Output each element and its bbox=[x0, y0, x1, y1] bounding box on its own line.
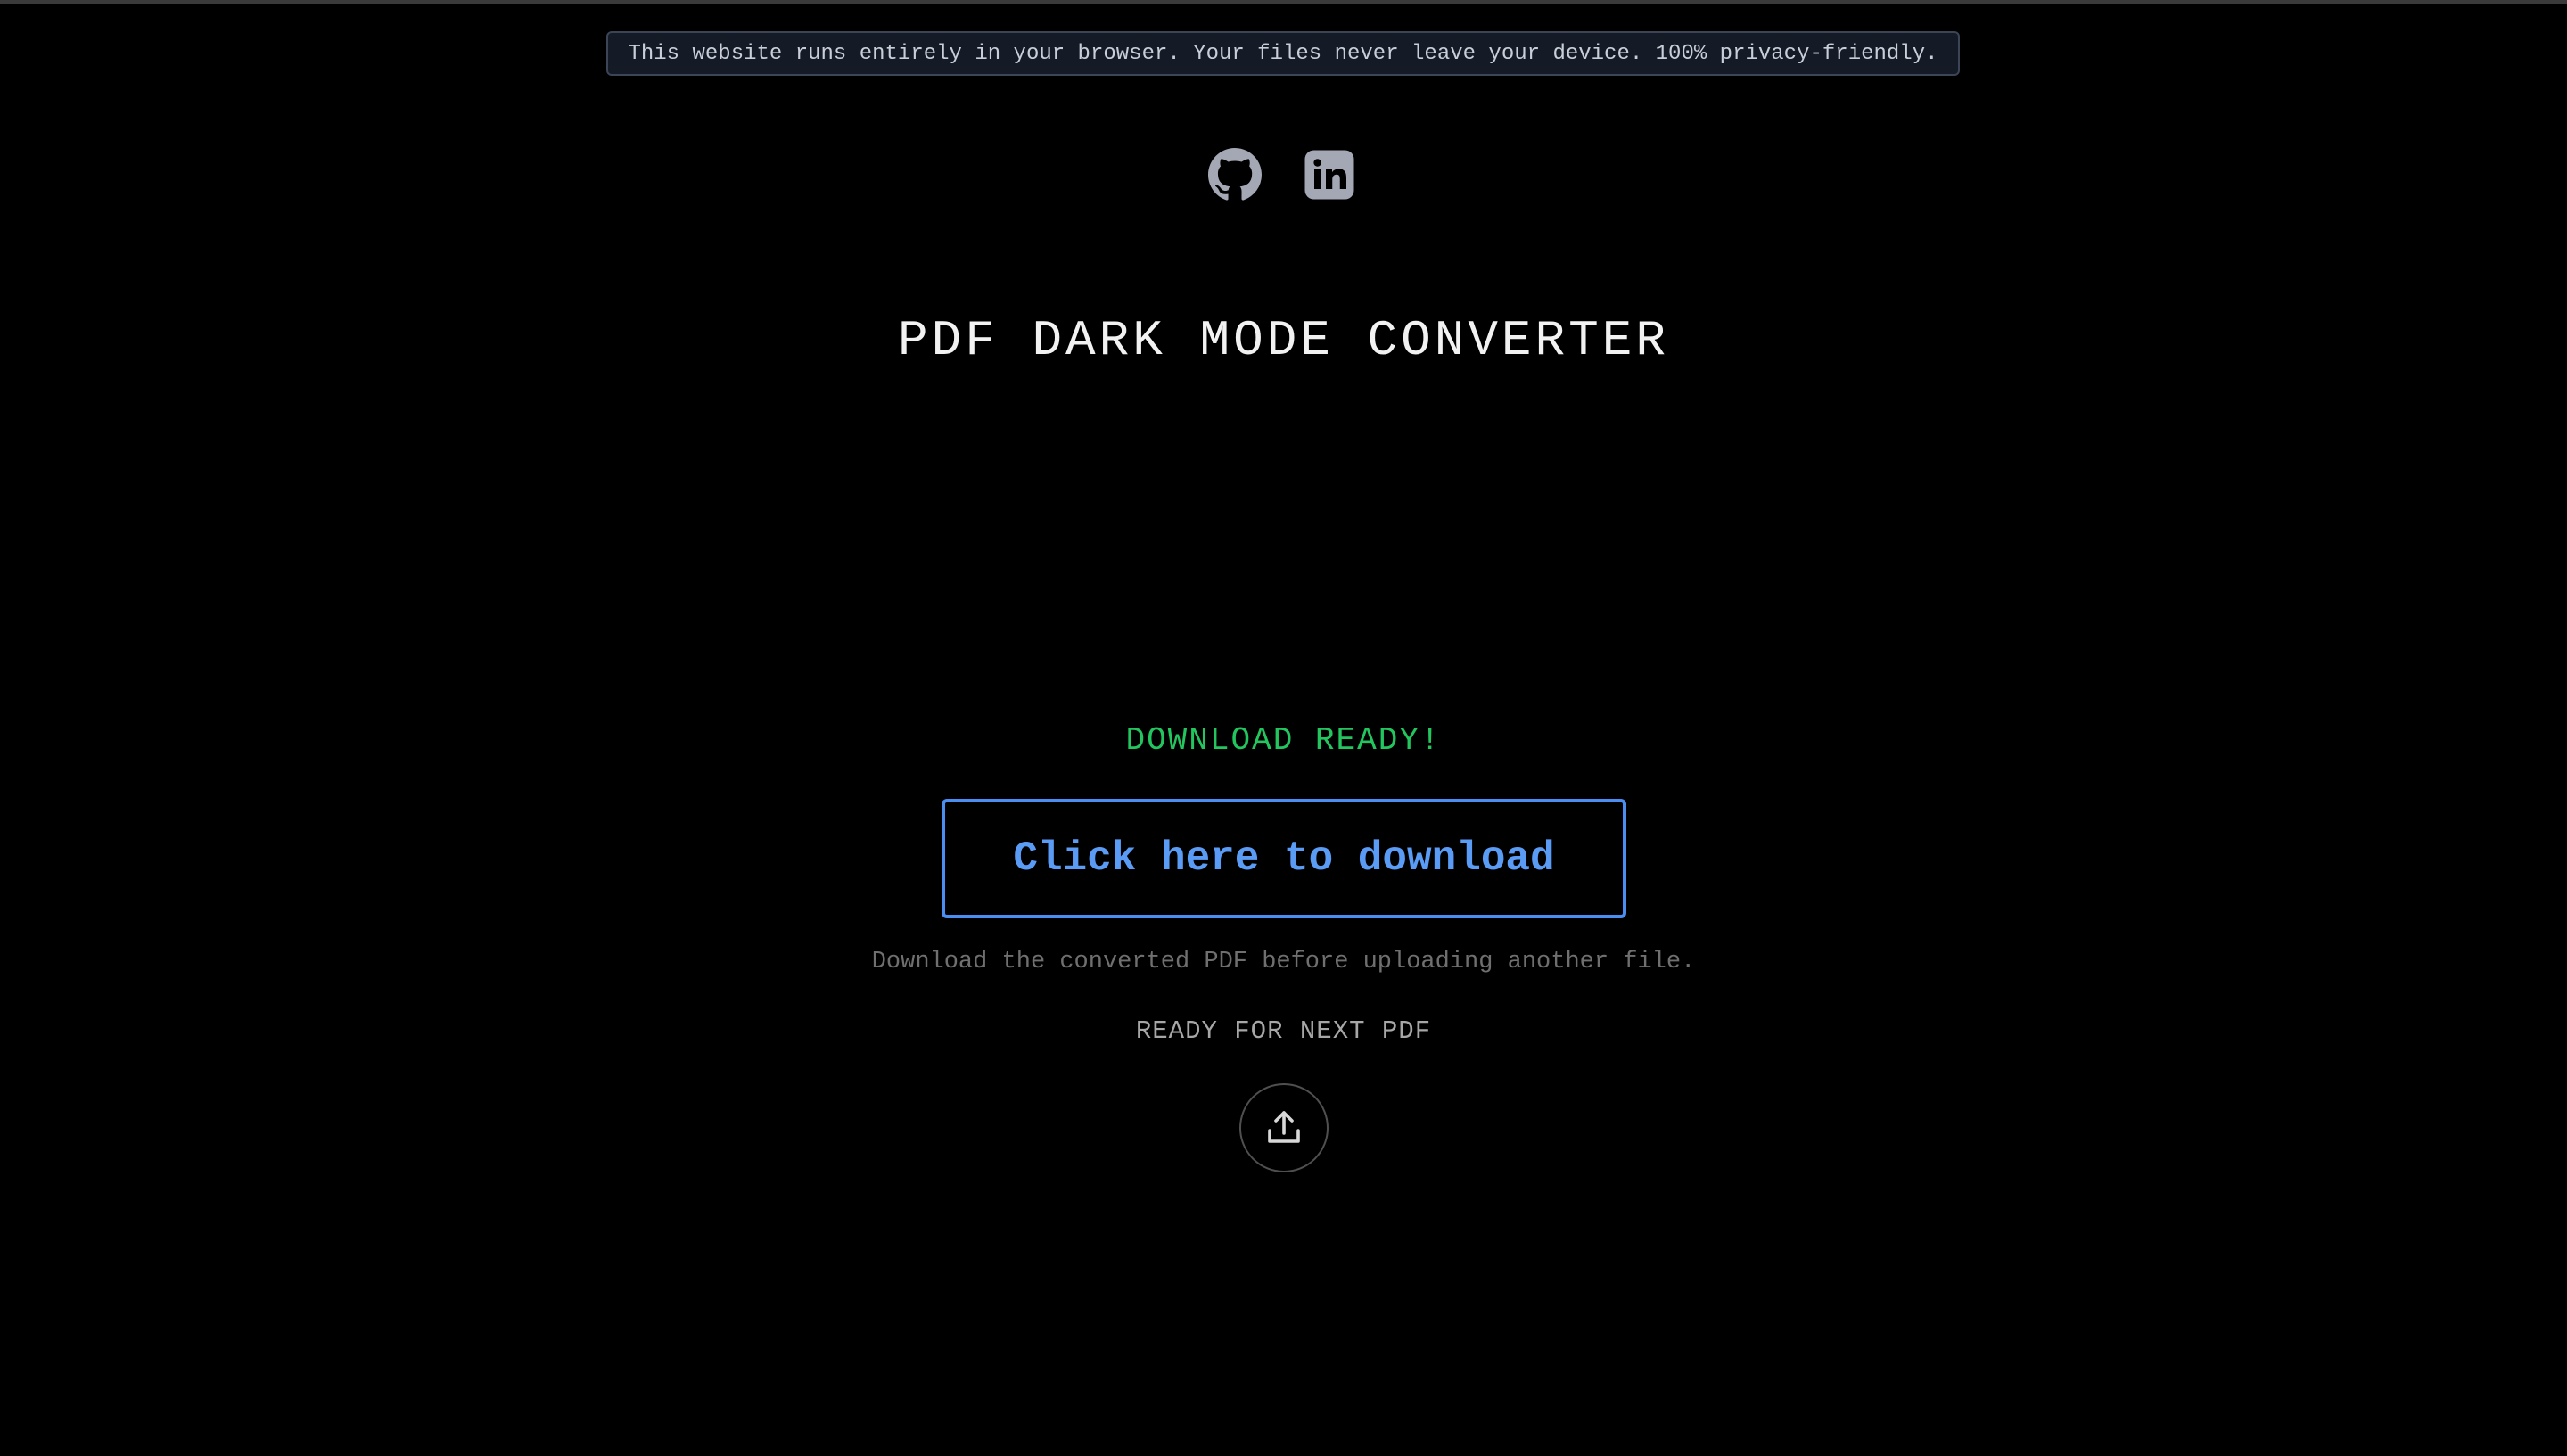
top-border bbox=[0, 0, 2567, 4]
upload-icon bbox=[1268, 1111, 1300, 1143]
download-ready-status: DOWNLOAD READY! bbox=[1125, 722, 1442, 759]
social-links bbox=[1208, 147, 1360, 202]
download-button[interactable]: Click here to download bbox=[942, 799, 1626, 918]
upload-button[interactable] bbox=[1239, 1083, 1329, 1172]
download-hint: Download the converted PDF before upload… bbox=[871, 949, 1696, 975]
linkedin-icon bbox=[1304, 150, 1354, 200]
github-icon bbox=[1208, 148, 1262, 201]
next-pdf-status: READY FOR NEXT PDF bbox=[1135, 1016, 1432, 1046]
privacy-banner: This website runs entirely in your brows… bbox=[606, 31, 1960, 76]
page-title: PDF DARK MODE CONVERTER bbox=[898, 312, 1669, 369]
privacy-banner-text: This website runs entirely in your brows… bbox=[628, 41, 1938, 66]
linkedin-link[interactable] bbox=[1303, 148, 1356, 202]
github-link[interactable] bbox=[1208, 148, 1262, 202]
